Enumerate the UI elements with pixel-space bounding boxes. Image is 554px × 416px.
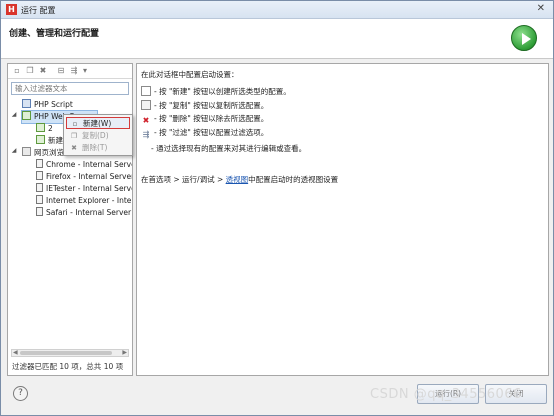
tree-item-browser[interactable]: Internet Explorer - Inter	[36, 195, 132, 207]
menu-item-delete[interactable]: ✖ 删除(T)	[66, 142, 130, 154]
watermark: CSDN @qq_34556066	[370, 387, 522, 402]
tree-item-label: Chrome - Internal Serve	[46, 160, 132, 169]
copy-icon: ❐	[70, 132, 78, 140]
tree-item-browser[interactable]: Chrome - Internal Serve	[36, 159, 132, 171]
config-details-panel: 在此对话框中配置启动设置： - 按 "新建" 按钮以创建所选类型的配置。 - 按…	[136, 63, 549, 376]
run-config-dialog: H 运行 配置 ✕ 创建、管理和运行配置 ▫ ❐ ✖ ⊟ ⇶ ▾ PHP Scr…	[0, 0, 554, 416]
help-text: - 按 "新建" 按钮以创建所选类型的配置。	[154, 87, 291, 96]
perspectives-link[interactable]: 透视图	[226, 175, 249, 184]
browser-config-icon	[36, 195, 43, 204]
help-row-duplicate: - 按 "复制" 按钮以复制所选配置。	[141, 100, 268, 111]
menu-item-label: 删除(T)	[82, 143, 108, 152]
tree-item-label: Safari - Internal Server	[46, 208, 132, 217]
help-text: - 按 "删除" 按钮以除去所选配置。	[154, 114, 269, 123]
horizontal-scrollbar[interactable]: ◀ ▶	[11, 349, 129, 357]
tree-item-browser[interactable]: Safari - Internal Server	[36, 207, 131, 219]
help-row-filter: ⇶ - 按 "过滤" 按钮以配置过滤选项。	[141, 128, 269, 140]
intro-text: 在此对话框中配置启动设置：	[141, 70, 239, 79]
new-icon: ▫	[72, 120, 78, 128]
tree-item-browser[interactable]: Firefox - Internal Server	[36, 171, 132, 183]
preferences-suffix: 中配置启动时的透视图设置	[248, 175, 339, 184]
preferences-row: 在首选项 > 运行/调试 > 透视图中配置启动时的透视图设置	[141, 175, 338, 185]
scroll-left-icon[interactable]: ◀	[13, 349, 18, 356]
preferences-prefix: 在首选项 > 运行/调试 >	[141, 175, 226, 184]
chevron-down-icon[interactable]: ▾	[80, 66, 90, 76]
delete-config-icon[interactable]: ✖	[38, 66, 48, 76]
title-bar: H 运行 配置 ✕	[1, 1, 553, 19]
php-script-icon	[22, 99, 31, 108]
tree-item-label: Internet Explorer - Inter	[46, 196, 132, 205]
menu-item-new[interactable]: ▫ 新建(W)	[66, 117, 130, 129]
help-button[interactable]: ?	[13, 386, 28, 401]
php-web-page-icon	[22, 111, 31, 120]
help-row-new: - 按 "新建" 按钮以创建所选类型的配置。	[141, 86, 291, 97]
scroll-right-icon[interactable]: ▶	[122, 349, 127, 356]
tree-item-php-script[interactable]: PHP Script	[22, 99, 73, 111]
menu-item-copy[interactable]: ❐ 复制(D)	[66, 130, 130, 142]
tree-item-label: IETester - Internal Serve	[46, 184, 132, 193]
scrollbar-thumb[interactable]	[20, 351, 112, 355]
browser-config-icon	[36, 159, 43, 168]
tree-item-browser[interactable]: IETester - Internal Serve	[36, 183, 132, 195]
header-title: 创建、管理和运行配置	[9, 29, 100, 39]
collapse-all-icon[interactable]: ⊟	[56, 66, 66, 76]
context-menu: ▫ 新建(W) ❐ 复制(D) ✖ 删除(T)	[63, 114, 133, 156]
dialog-header: 创建、管理和运行配置	[1, 19, 553, 59]
help-text: - 按 "过滤" 按钮以配置过滤选项。	[154, 128, 269, 137]
help-row-delete: ✖ - 按 "删除" 按钮以除去所选配置。	[141, 114, 269, 126]
close-window-icon[interactable]: ✕	[537, 3, 545, 14]
filter-icon[interactable]: ⇶	[69, 66, 79, 76]
menu-item-label: 复制(D)	[82, 131, 109, 140]
filter-status: 过滤器已匹配 10 项，总共 10 项	[12, 362, 124, 371]
web-page-config-icon	[36, 135, 45, 144]
help-text: - 通过选择现有的配置来对其进行编辑或查看。	[151, 144, 307, 153]
config-toolbar: ▫ ❐ ✖ ⊟ ⇶ ▾	[8, 64, 132, 79]
run-icon	[511, 25, 537, 51]
tree-item-label: 新建	[48, 136, 63, 145]
browser-config-icon	[36, 183, 43, 192]
filter-input[interactable]	[11, 82, 129, 95]
tree-item-label: Firefox - Internal Server	[46, 172, 132, 181]
expand-icon[interactable]: ◢	[10, 111, 18, 118]
tree-item-label: 2	[48, 124, 53, 133]
browser-config-icon	[36, 207, 43, 216]
web-browser-icon	[22, 147, 31, 156]
help-text: - 按 "复制" 按钮以复制所选配置。	[154, 101, 269, 110]
new-config-icon[interactable]: ▫	[12, 66, 22, 76]
new-icon	[141, 86, 151, 96]
tree-item-label: PHP Script	[34, 100, 73, 109]
tree-item-2[interactable]: 2	[36, 123, 53, 135]
filter-icon: ⇶	[142, 130, 150, 139]
browser-config-icon	[36, 171, 43, 180]
web-page-config-icon	[36, 123, 45, 132]
config-list-panel: ▫ ❐ ✖ ⊟ ⇶ ▾ PHP Script ◢ PHP Web Page 2 …	[7, 63, 133, 376]
duplicate-icon	[141, 100, 151, 110]
help-row-edit: - 通过选择现有的配置来对其进行编辑或查看。	[151, 144, 306, 154]
delete-icon: ✖	[142, 116, 150, 125]
window-title: 运行 配置	[21, 6, 56, 15]
menu-item-label: 新建(W)	[83, 119, 112, 128]
app-icon: H	[6, 4, 17, 15]
expand-icon[interactable]: ◢	[10, 147, 18, 154]
duplicate-config-icon[interactable]: ❐	[25, 66, 35, 76]
delete-icon: ✖	[71, 144, 77, 152]
tree-item-new[interactable]: 新建	[36, 135, 63, 147]
